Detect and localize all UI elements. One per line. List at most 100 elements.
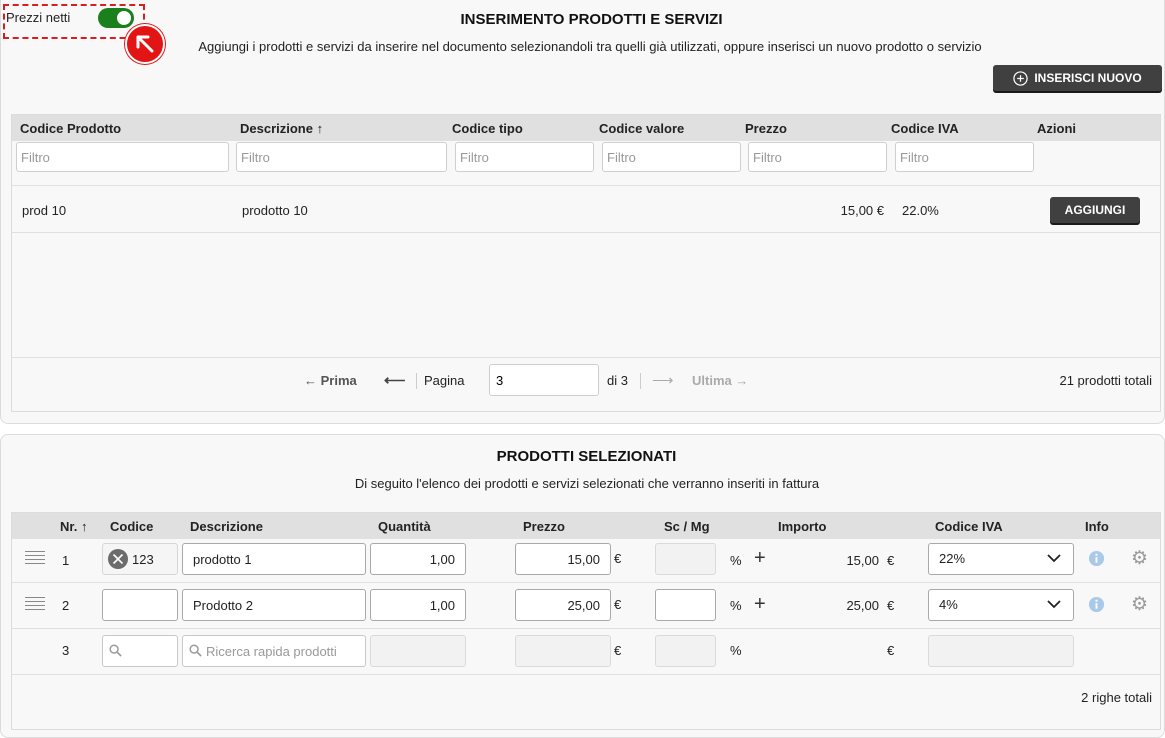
info-icon[interactable] (1088, 550, 1105, 567)
insert-new-label: INSERISCI NUOVO (1034, 71, 1142, 85)
new-importo-currency: € (887, 643, 895, 658)
col-sconto: Sc / Mg (664, 519, 710, 534)
new-prezzo-field (515, 635, 611, 667)
divider (416, 373, 417, 389)
row-sconto-percent: % (730, 553, 742, 568)
col-codice-valore[interactable]: Codice valore (599, 121, 684, 136)
row-descrizione: prodotto 10 (242, 203, 308, 218)
filter-codice-prodotto[interactable] (16, 142, 229, 172)
search-icon (109, 644, 122, 657)
new-prezzo-currency: € (614, 643, 622, 658)
col-codice-iva: Codice IVA (935, 519, 1003, 534)
row-importo: 25,00 (846, 598, 879, 613)
col-descrizione[interactable]: Descrizione ↑ (240, 121, 323, 136)
divider (12, 232, 1160, 233)
pagination-prev-icon[interactable]: ⟵ (384, 371, 406, 389)
drag-handle-icon[interactable] (22, 547, 48, 571)
clear-code-icon[interactable] (107, 548, 129, 570)
pagination-first[interactable]: ← Prima (304, 373, 357, 388)
gear-icon[interactable]: ⚙ (1131, 593, 1148, 616)
pagination-of-label: di 3 (607, 373, 628, 388)
selected-products-table: Nr. ↑ Codice Descrizione Quantità Prezzo… (11, 512, 1161, 730)
pagination-page-input[interactable] (489, 364, 599, 396)
row-importo-currency: € (887, 598, 895, 613)
row-prezzo-currency: € (614, 551, 622, 566)
search-icon (189, 644, 202, 657)
insert-section-subtitle: Aggiungi i prodotti e servizi da inserir… (198, 39, 982, 54)
gear-icon[interactable]: ⚙ (1131, 547, 1148, 570)
col-prezzo: Prezzo (523, 519, 565, 534)
row-prezzo-input[interactable] (515, 543, 611, 575)
divider (12, 582, 1160, 583)
new-sconto-percent: % (730, 643, 742, 658)
quick-product-search[interactable]: Ricerca rapida prodotti (182, 635, 366, 667)
insert-new-button[interactable]: INSERISCI NUOVO (993, 65, 1162, 91)
row-importo: 15,00 (846, 553, 879, 568)
new-iva-field (928, 635, 1074, 667)
divider (12, 674, 1160, 675)
row-codice: prod 10 (22, 203, 67, 218)
pagination-page-label: Pagina (424, 373, 465, 388)
selected-section-subtitle: Di seguito l'elenco dei prodotti e servi… (354, 476, 820, 491)
new-sconto-field (655, 635, 716, 667)
col-quantita: Quantità (378, 519, 431, 534)
col-azioni: Azioni (1037, 121, 1076, 136)
col-codice: Codice (110, 519, 154, 534)
pagination-next-icon[interactable]: ⟶ (652, 371, 674, 389)
info-icon[interactable] (1088, 596, 1105, 613)
chevron-down-icon (1047, 600, 1061, 609)
plus-circle-icon (1013, 70, 1028, 86)
col-nr[interactable]: Nr. ↑ (60, 519, 87, 534)
row-iva: 22.0% (902, 203, 939, 218)
products-table: Codice Prodotto Descrizione ↑ Codice tip… (11, 114, 1161, 412)
row-iva-value: 22% (939, 551, 966, 566)
filter-prezzo[interactable] (748, 142, 887, 172)
row-sconto-percent: % (730, 598, 742, 613)
filter-descrizione[interactable] (236, 142, 447, 172)
col-importo: Importo (778, 519, 827, 534)
row-prezzo-currency: € (614, 597, 622, 612)
quick-code-search[interactable] (102, 635, 178, 667)
col-descrizione: Descrizione (190, 519, 263, 534)
cursor-arrow-icon (125, 24, 165, 64)
row-codice-field[interactable]: 123 (102, 543, 178, 575)
filter-codice-iva[interactable] (895, 142, 1034, 172)
col-codice-tipo[interactable]: Codice tipo (452, 121, 523, 136)
new-quantita-field (370, 635, 466, 667)
drag-handle-icon[interactable] (22, 593, 48, 617)
row-nr: 3 (62, 643, 70, 658)
sort-asc-icon: ↑ (316, 121, 324, 136)
row-quantita-input[interactable] (370, 589, 466, 621)
row-iva-select[interactable]: 22% (928, 543, 1074, 575)
divider (12, 357, 1160, 358)
chevron-down-icon (1047, 554, 1061, 563)
row-nr: 2 (62, 598, 70, 613)
row-iva-select[interactable]: 4% (928, 589, 1074, 621)
add-discount-icon[interactable]: + (754, 547, 766, 570)
insert-section-title: INSERIMENTO PRODOTTI E SERVIZI (460, 11, 723, 28)
row-codice-input[interactable] (102, 589, 178, 621)
add-discount-icon[interactable]: + (754, 593, 766, 616)
row-sconto-input[interactable] (655, 589, 716, 621)
filter-codice-tipo[interactable] (455, 142, 594, 172)
col-prezzo[interactable]: Prezzo (745, 121, 787, 136)
quick-search-placeholder: Ricerca rapida prodotti (206, 644, 337, 659)
row-codice-value: 123 (132, 552, 154, 567)
row-descrizione-input[interactable] (182, 589, 366, 621)
pagination-last[interactable]: Ultima → (692, 373, 748, 388)
selected-section-title: PRODOTTI SELEZIONATI (496, 448, 677, 465)
products-table-header (12, 115, 1160, 141)
row-sconto-input[interactable] (655, 543, 716, 575)
divider (12, 185, 1160, 186)
row-importo-currency: € (887, 553, 895, 568)
col-info: Info (1085, 519, 1109, 534)
row-descrizione-input[interactable] (182, 543, 366, 575)
row-prezzo: 15,00 € (840, 203, 884, 218)
add-product-button[interactable]: AGGIUNGI (1050, 197, 1140, 223)
row-quantita-input[interactable] (370, 543, 466, 575)
col-codice-iva[interactable]: Codice IVA (891, 121, 959, 136)
col-codice-prodotto[interactable]: Codice Prodotto (20, 121, 121, 136)
row-prezzo-input[interactable] (515, 589, 611, 621)
filter-codice-valore[interactable] (602, 142, 741, 172)
divider (12, 628, 1160, 629)
